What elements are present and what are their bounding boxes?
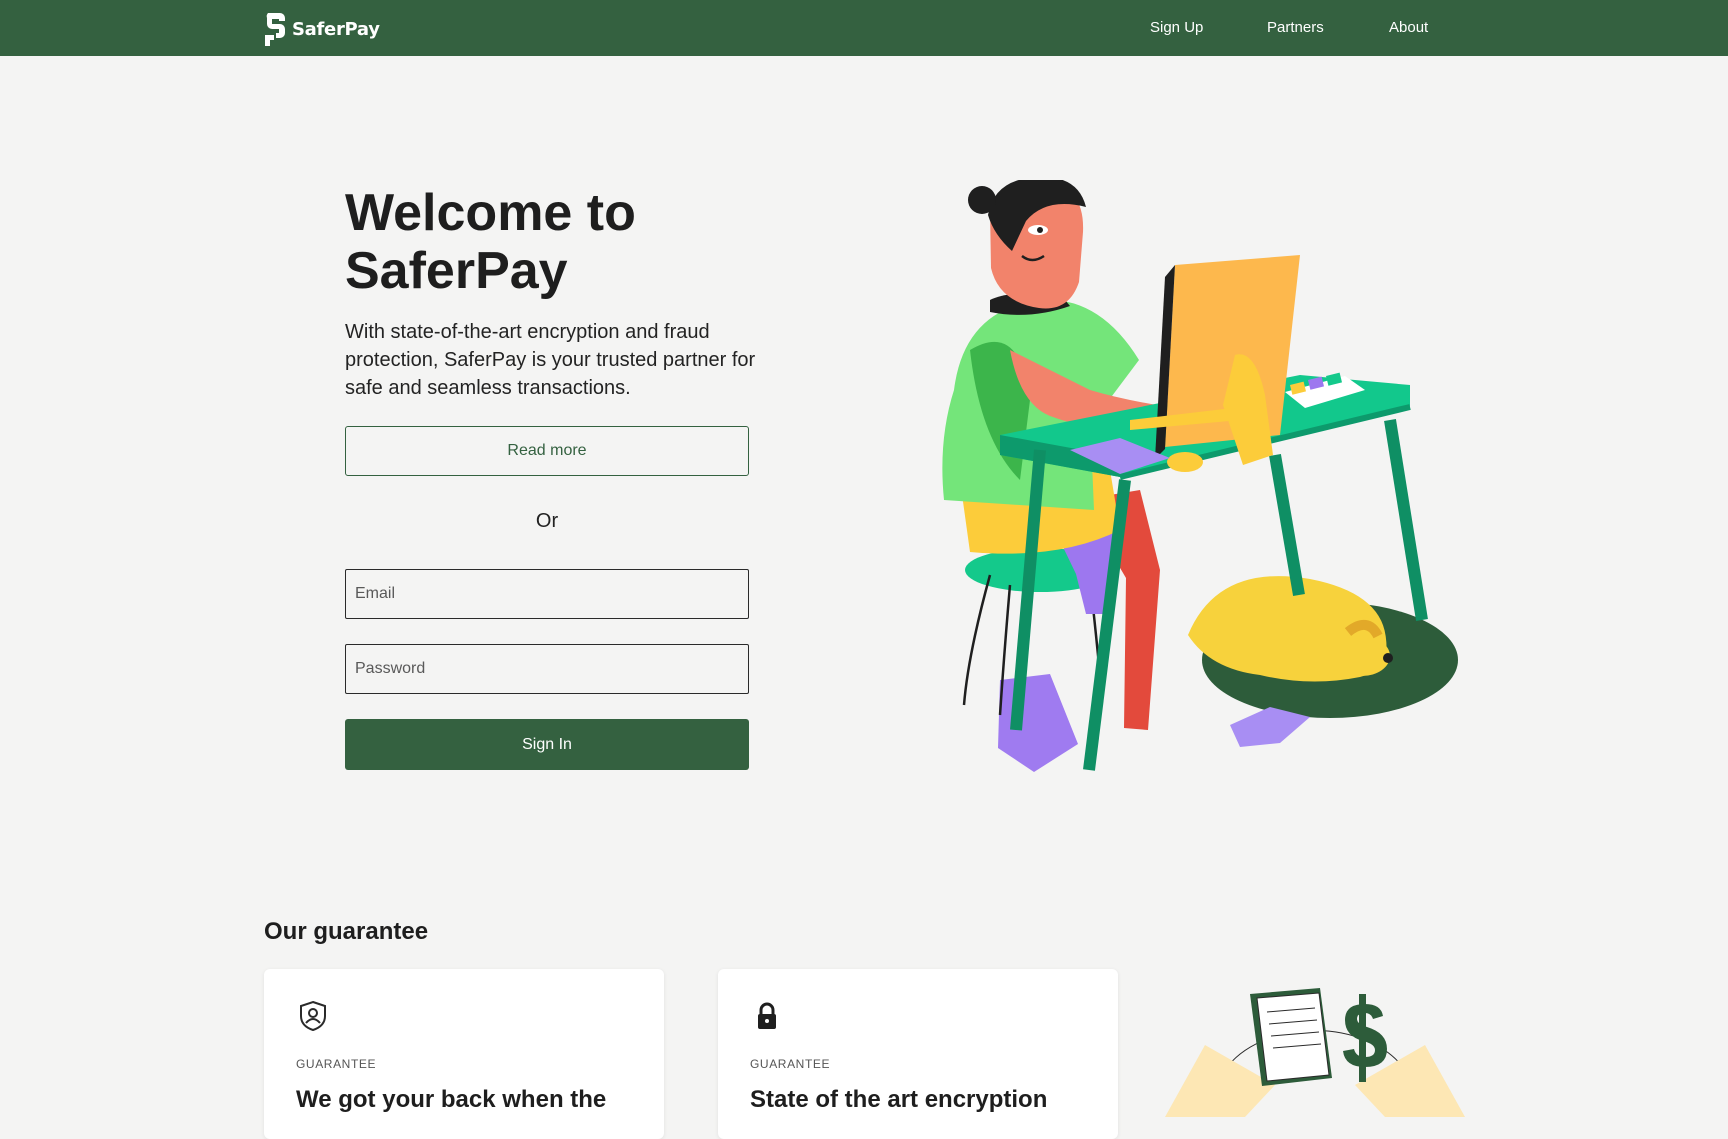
hero-subtitle: With state-of-the-art encryption and fra…	[345, 321, 756, 399]
card-eyebrow: GUARANTEE	[750, 1057, 831, 1071]
hero-illustration	[942, 180, 1458, 772]
read-more-button[interactable]: Read more	[345, 426, 749, 476]
card-eyebrow: GUARANTEE	[296, 1057, 377, 1071]
guarantee-card: GUARANTEE We got your back when the	[264, 969, 664, 1139]
guarantee-section-title: Our guarantee	[264, 918, 429, 945]
or-divider-label: Or	[535, 510, 559, 532]
nav-sign-up[interactable]: Sign Up	[1150, 19, 1203, 36]
sign-in-button[interactable]: Sign In	[345, 719, 749, 770]
brand-name: SaferPay	[292, 18, 380, 40]
email-input[interactable]	[345, 569, 749, 619]
lock-icon	[758, 1002, 776, 1029]
nav-about[interactable]: About	[1389, 19, 1428, 36]
card-title: State of the art encryption	[750, 1086, 1048, 1113]
top-nav-bar: SaferPay Sign Up Partners About	[0, 0, 1728, 56]
shield-user-icon	[300, 1000, 326, 1032]
guarantee-card: GUARANTEE State of the art encryption	[718, 969, 1118, 1139]
hero-title: Welcome to SaferPay	[345, 184, 636, 300]
password-input[interactable]	[345, 644, 749, 694]
saferpay-logo-icon	[265, 13, 285, 46]
handshake-contract-illustration	[1165, 988, 1465, 1117]
card-title: We got your back when the	[296, 1086, 607, 1113]
nav-partners[interactable]: Partners	[1267, 19, 1324, 36]
brand-logo[interactable]: SaferPay	[264, 11, 380, 47]
